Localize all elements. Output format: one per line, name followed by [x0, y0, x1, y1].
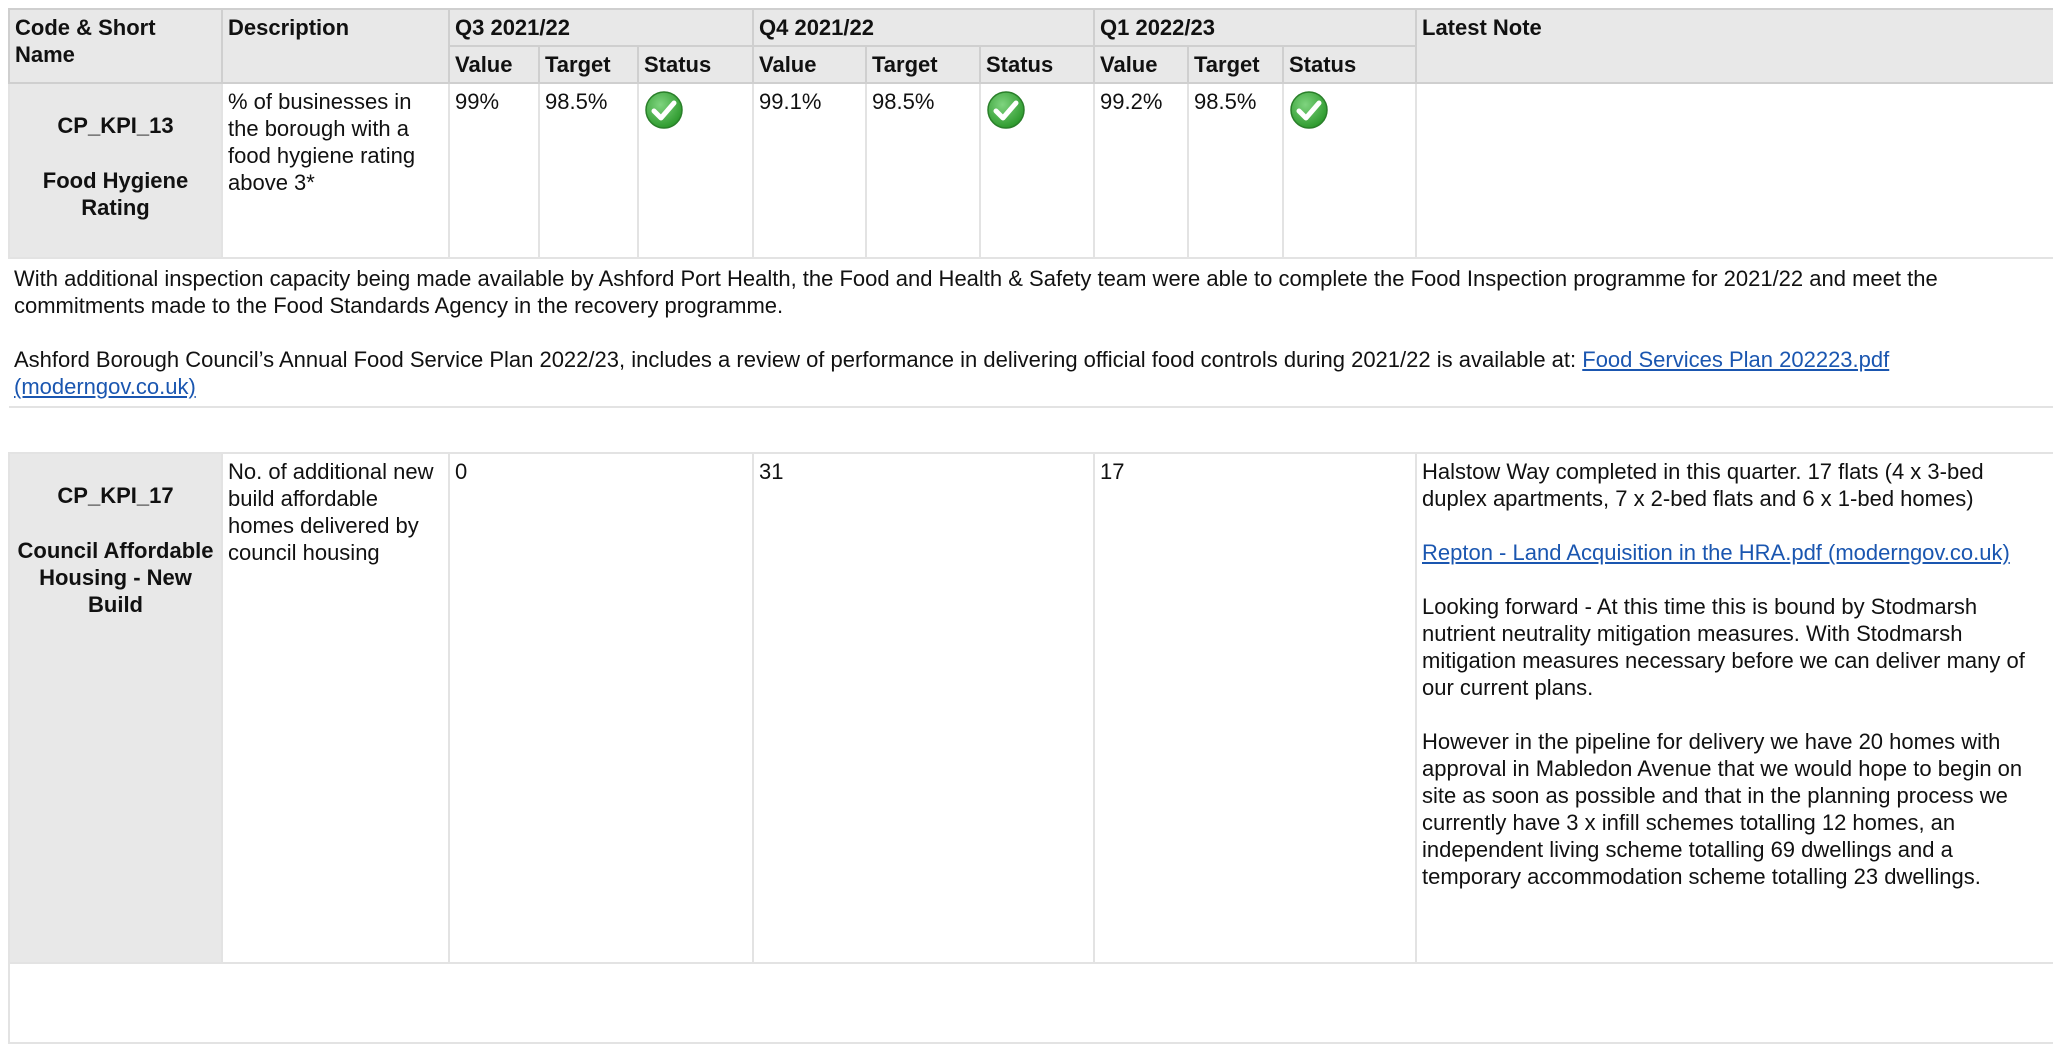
note-paragraph: Halstow Way completed in this quarter. 1… — [1422, 459, 1984, 511]
kpi13-comment: With additional inspection capacity bein… — [9, 257, 2053, 408]
header-status: Status — [637, 45, 754, 84]
header-value: Value — [1093, 45, 1189, 84]
q1-status — [1282, 82, 1417, 259]
note-paragraph: Looking forward - At this time this is b… — [1422, 594, 2025, 700]
header-target: Target — [538, 45, 639, 84]
q4-target: 98.5% — [865, 82, 981, 259]
comment-text: Ashford Borough Council’s Annual Food Se… — [14, 347, 1583, 372]
header-status: Status — [1282, 45, 1417, 84]
q3-value: 0 — [448, 452, 754, 964]
q4-status — [979, 82, 1095, 259]
note-paragraph: Repton - Land Acquisition in the HRA.pdf… — [1422, 539, 2048, 566]
header-description: Description — [221, 8, 450, 84]
kpi17-row: CP_KPI_17 Council Affordable Housing - N… — [8, 452, 2053, 964]
header-row-1: Code & Short Name Description Q3 2021/22… — [8, 8, 2053, 84]
header-target: Target — [1187, 45, 1284, 84]
header-period-q3: Q3 2021/22 — [448, 8, 754, 47]
q3-target: 98.5% — [538, 82, 639, 259]
header-period-q1: Q1 2022/23 — [1093, 8, 1417, 47]
kpi-code: CP_KPI_13 — [57, 113, 174, 138]
header-target: Target — [865, 45, 981, 84]
kpi-name: Food Hygiene Rating — [42, 168, 189, 220]
header-period-q4: Q4 2021/22 — [752, 8, 1095, 47]
repton-land-acquisition-link[interactable]: Repton - Land Acquisition in the HRA.pdf… — [1422, 540, 2010, 565]
comment-paragraph: Ashford Borough Council’s Annual Food Se… — [14, 346, 2048, 400]
kpi13-code-cell: CP_KPI_13 Food Hygiene Rating — [8, 82, 223, 259]
q1-target: 98.5% — [1187, 82, 1284, 259]
q4-value: 99.1% — [752, 82, 867, 259]
q3-value: 99% — [448, 82, 540, 259]
comment-paragraph: With additional inspection capacity bein… — [14, 266, 1938, 318]
q1-value: 17 — [1093, 452, 1417, 964]
on-target-check-icon — [987, 91, 1025, 129]
kpi-description: No. of additional new build affordable h… — [221, 452, 450, 964]
q3-status — [637, 82, 754, 259]
empty-cell — [8, 962, 2053, 1044]
latest-note: Halstow Way completed in this quarter. 1… — [1415, 452, 2053, 964]
kpi-description: % of businesses in the borough with a fo… — [221, 82, 450, 259]
header-value: Value — [752, 45, 867, 84]
empty-row — [8, 962, 2053, 1044]
kpi-table: Code & Short Name Description Q3 2021/22… — [8, 8, 2053, 1044]
header-code: Code & Short Name — [8, 8, 223, 84]
latest-note — [1415, 82, 2053, 259]
note-paragraph: However in the pipeline for delivery we … — [1422, 729, 2023, 889]
header-note: Latest Note — [1415, 8, 2053, 84]
q4-value: 31 — [752, 452, 1095, 964]
kpi-name: Council Affordable Housing - New Build — [17, 538, 214, 617]
spacer-row — [9, 406, 2053, 454]
on-target-check-icon — [1290, 91, 1328, 129]
kpi17-code-cell: CP_KPI_17 Council Affordable Housing - N… — [8, 452, 223, 964]
spacer-cell — [9, 406, 2053, 454]
kpi13-comment-row: With additional inspection capacity bein… — [9, 257, 2053, 408]
header-value: Value — [448, 45, 540, 84]
header-status: Status — [979, 45, 1095, 84]
kpi-code: CP_KPI_17 — [57, 483, 174, 508]
q1-value: 99.2% — [1093, 82, 1189, 259]
on-target-check-icon — [645, 91, 683, 129]
kpi13-row: CP_KPI_13 Food Hygiene Rating % of busin… — [8, 82, 2053, 259]
